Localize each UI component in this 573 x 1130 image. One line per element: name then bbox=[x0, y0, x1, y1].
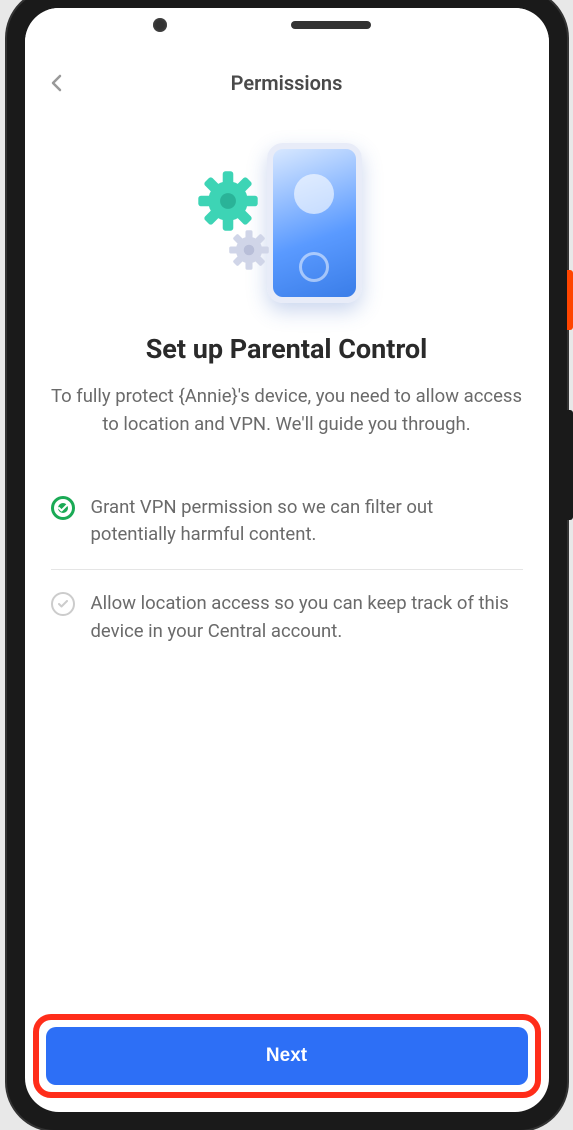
bottom-action-area: Next bbox=[25, 1004, 549, 1112]
hero-illustration bbox=[187, 138, 387, 308]
permission-item-location: Allow location access so you can keep tr… bbox=[45, 570, 529, 666]
chevron-left-icon bbox=[45, 71, 69, 95]
next-button[interactable]: Next bbox=[46, 1027, 528, 1085]
permission-list: Grant VPN permission so we can filter ou… bbox=[45, 474, 529, 666]
main-title: Set up Parental Control bbox=[146, 333, 428, 365]
device-frame: Permissions bbox=[7, 0, 567, 1130]
permission-text: Allow location access so you can keep tr… bbox=[91, 590, 523, 646]
permission-text: Grant VPN permission so we can filter ou… bbox=[91, 494, 523, 550]
device-notch bbox=[203, 18, 371, 32]
device-volume-button bbox=[567, 410, 573, 520]
page-title: Permissions bbox=[231, 71, 343, 95]
content: Set up Parental Control To fully protect… bbox=[25, 108, 549, 1004]
permission-item-vpn: Grant VPN permission so we can filter ou… bbox=[45, 474, 529, 570]
main-description: To fully protect {Annie}'s device, you n… bbox=[45, 383, 529, 439]
gear-icon bbox=[195, 168, 261, 234]
device-speaker bbox=[291, 21, 371, 29]
highlight-annotation: Next bbox=[33, 1014, 541, 1098]
status-bar bbox=[25, 8, 549, 58]
back-button[interactable] bbox=[45, 71, 69, 95]
gear-small-icon bbox=[227, 228, 271, 272]
check-pending-icon bbox=[51, 592, 75, 616]
device-camera-icon bbox=[153, 18, 167, 32]
phone-icon bbox=[267, 143, 362, 303]
screen: Permissions bbox=[25, 8, 549, 1112]
device-power-button bbox=[567, 270, 573, 330]
check-done-icon bbox=[51, 496, 75, 520]
header: Permissions bbox=[25, 58, 549, 108]
